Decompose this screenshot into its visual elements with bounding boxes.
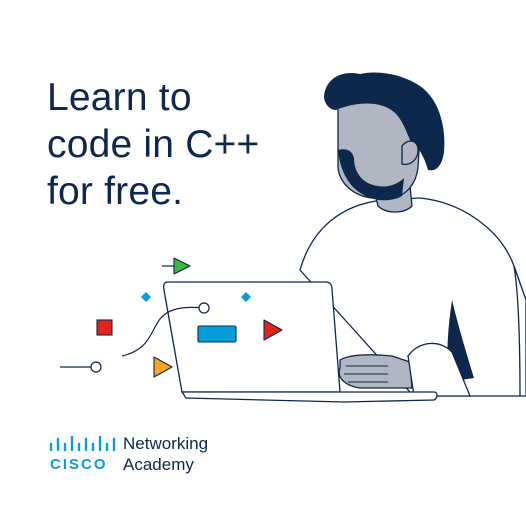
program-name: Networking Academy: [123, 433, 208, 475]
connector-node-right: [198, 302, 210, 314]
laptop-base: [180, 391, 438, 403]
laptop-screen: [162, 281, 341, 393]
cisco-wordmark: CISCO: [50, 456, 108, 473]
connector-node-left: [90, 361, 102, 373]
green-arrow-icon: [173, 257, 191, 275]
program-line-1: Networking: [123, 434, 209, 453]
brand-lockup: CISCO Networking Academy: [49, 433, 208, 477]
cisco-logo: CISCO: [49, 433, 117, 477]
screen-block-icon: [197, 325, 237, 343]
cisco-bars-icon: [49, 436, 116, 452]
ad-canvas: Learn to code in C++ for free. CISCO Net…: [0, 0, 526, 526]
diamond-icon: [141, 292, 151, 302]
orange-arrow-icon: [153, 356, 173, 378]
program-line-2: Academy: [123, 455, 194, 474]
hand: [338, 354, 413, 389]
red-square-icon: [96, 319, 113, 336]
